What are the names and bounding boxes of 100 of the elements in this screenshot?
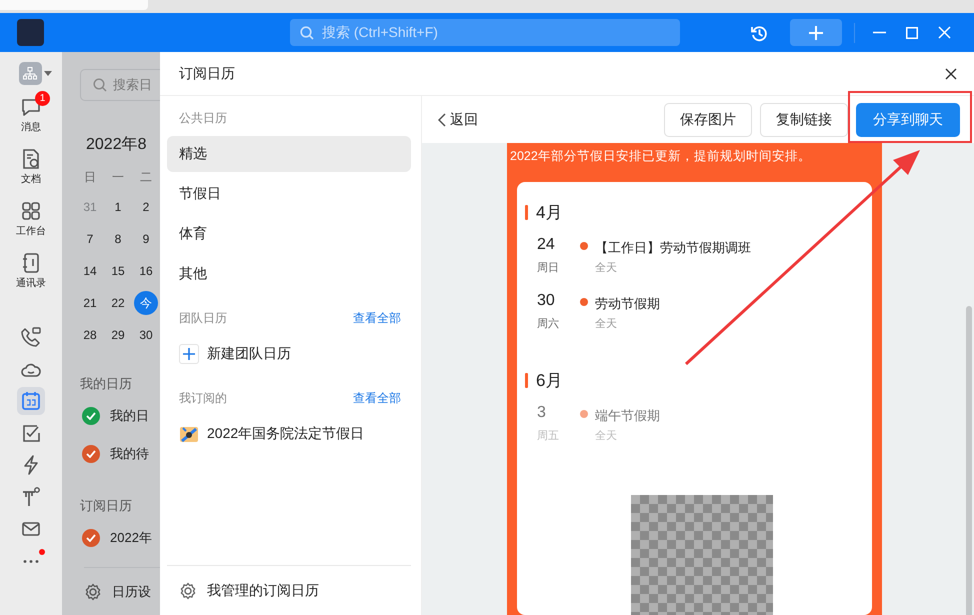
event-day: 30	[537, 292, 580, 316]
org-chart-icon	[23, 67, 37, 80]
action-button[interactable]: 复制链接	[760, 102, 848, 136]
nav-icon-button[interactable]	[17, 387, 45, 415]
plus-icon	[808, 24, 824, 40]
gear-icon	[179, 582, 197, 600]
check-icon	[86, 450, 96, 458]
caret-icon[interactable]	[44, 71, 52, 76]
accent-bar	[525, 372, 528, 388]
holiday-calendar-icon	[179, 424, 199, 444]
section-title: 我订阅的	[179, 390, 227, 406]
event-title: 端午节假期	[595, 407, 660, 425]
calendar-day[interactable]: 1	[104, 191, 132, 223]
calendar-list-item[interactable]: 新建团队日历	[167, 336, 411, 372]
manage-subscriptions-link[interactable]: 我管理的订阅日历	[207, 582, 319, 600]
event-weekday: 周六	[537, 316, 560, 332]
calendar-day[interactable]: 22	[104, 287, 132, 319]
nav-item[interactable]: 工作台	[5, 197, 57, 241]
calendar-list-item[interactable]: 精选	[167, 136, 411, 172]
nav-label: 消息	[21, 120, 41, 134]
weekday-label: 一	[111, 168, 125, 186]
plus-icon	[183, 348, 195, 360]
view-all-link[interactable]: 查看全部	[353, 310, 401, 326]
event-weekday: 周五	[537, 429, 560, 444]
calendar-checkbox[interactable]	[82, 407, 100, 425]
event-time: 全天	[595, 261, 618, 276]
calendar-day[interactable]: 9	[132, 223, 160, 255]
calendar-name[interactable]: 2022年	[110, 529, 152, 547]
chevron-left-icon	[438, 112, 446, 126]
poster-notice: 2022年部分节假日安排已更新，提前规划时间安排。	[510, 148, 812, 165]
calendar-name[interactable]: 我的待	[110, 445, 149, 463]
t-tool-icon	[20, 486, 42, 508]
scrollbar[interactable]	[966, 306, 972, 615]
section-title: 我的日历	[80, 375, 133, 393]
address-book-icon	[20, 252, 42, 274]
month-heading: 6月	[536, 370, 562, 392]
calendar-list-item[interactable]: 其他	[167, 256, 411, 292]
checklist-icon	[20, 422, 42, 444]
event-time: 全天	[595, 429, 618, 444]
history-icon[interactable]	[750, 24, 768, 42]
nav-item[interactable]: 文档	[5, 145, 57, 189]
more-icon	[23, 560, 39, 563]
calendar-day[interactable]: 15	[104, 255, 132, 287]
calendar-day[interactable]: 30	[132, 319, 160, 351]
close-icon[interactable]	[945, 68, 957, 80]
organization-button[interactable]	[18, 62, 42, 85]
search-icon	[93, 78, 107, 92]
calendar-icon	[20, 390, 42, 412]
phone-icon	[20, 326, 42, 348]
event-day: 24	[537, 236, 580, 260]
document-icon	[20, 148, 42, 170]
nav-label: 通讯录	[16, 276, 46, 290]
section-title: 公共日历	[179, 110, 227, 126]
calendar-day[interactable]: 今	[134, 291, 158, 315]
calendar-name[interactable]: 我的日	[110, 407, 149, 425]
calendar-day[interactable]: 2	[132, 191, 160, 223]
event-day: 3	[537, 404, 580, 428]
weekday-label: 二	[139, 168, 153, 186]
maximize-icon[interactable]	[906, 26, 918, 38]
month-heading: 4月	[536, 202, 562, 224]
section-title: 订阅日历	[80, 497, 133, 515]
settings-link[interactable]: 日历设	[112, 582, 151, 600]
nav-label: 文档	[21, 172, 41, 186]
calendar-day[interactable]: 16	[132, 255, 160, 287]
grid-icon	[20, 200, 42, 222]
calendar-list-item[interactable]: 体育	[167, 216, 411, 252]
event-weekday: 周日	[537, 261, 560, 276]
nav-item[interactable]: 通讯录	[5, 249, 57, 293]
event-time: 全天	[595, 317, 618, 332]
check-icon	[86, 534, 96, 542]
event-title: 劳动节假期	[595, 295, 660, 313]
calendar-checkbox[interactable]	[82, 445, 100, 463]
weekday-label: 日	[83, 168, 97, 186]
calendar-day[interactable]: 28	[76, 319, 104, 351]
calendar-checkbox[interactable]	[82, 529, 100, 547]
calendar-day[interactable]: 8	[104, 223, 132, 255]
check-icon	[86, 412, 96, 420]
view-all-link[interactable]: 查看全部	[353, 390, 401, 406]
search-icon	[300, 26, 314, 40]
calendar-day[interactable]: 21	[76, 287, 104, 319]
notification-badge: 1	[35, 91, 50, 106]
calendar-day[interactable]: 7	[76, 223, 104, 255]
share-button[interactable]: 分享到聊天	[856, 102, 960, 136]
calendar-list-item[interactable]: 节假日	[167, 176, 411, 212]
section-title: 团队日历	[179, 310, 227, 326]
event-title: 【工作日】劳动节假期调班	[595, 239, 751, 257]
nav-item[interactable]: 消息 1	[5, 93, 57, 137]
action-button[interactable]: 保存图片	[664, 102, 752, 136]
calendar-day[interactable]: 29	[104, 319, 132, 351]
gear-icon[interactable]	[84, 582, 102, 600]
add-button[interactable]	[790, 19, 842, 46]
calendar-list-item[interactable]: 2022年国务院法定节假日	[167, 416, 411, 452]
back-button[interactable]: 返回	[438, 110, 478, 128]
nav-label: 工作台	[16, 224, 46, 238]
accent-bar	[525, 204, 528, 220]
chat-bubble-icon	[20, 96, 42, 118]
dialog-title: 订阅日历	[179, 64, 235, 82]
calendar-day[interactable]: 14	[76, 255, 104, 287]
month-title: 2022年8	[86, 135, 148, 155]
add-icon[interactable]	[179, 344, 199, 364]
